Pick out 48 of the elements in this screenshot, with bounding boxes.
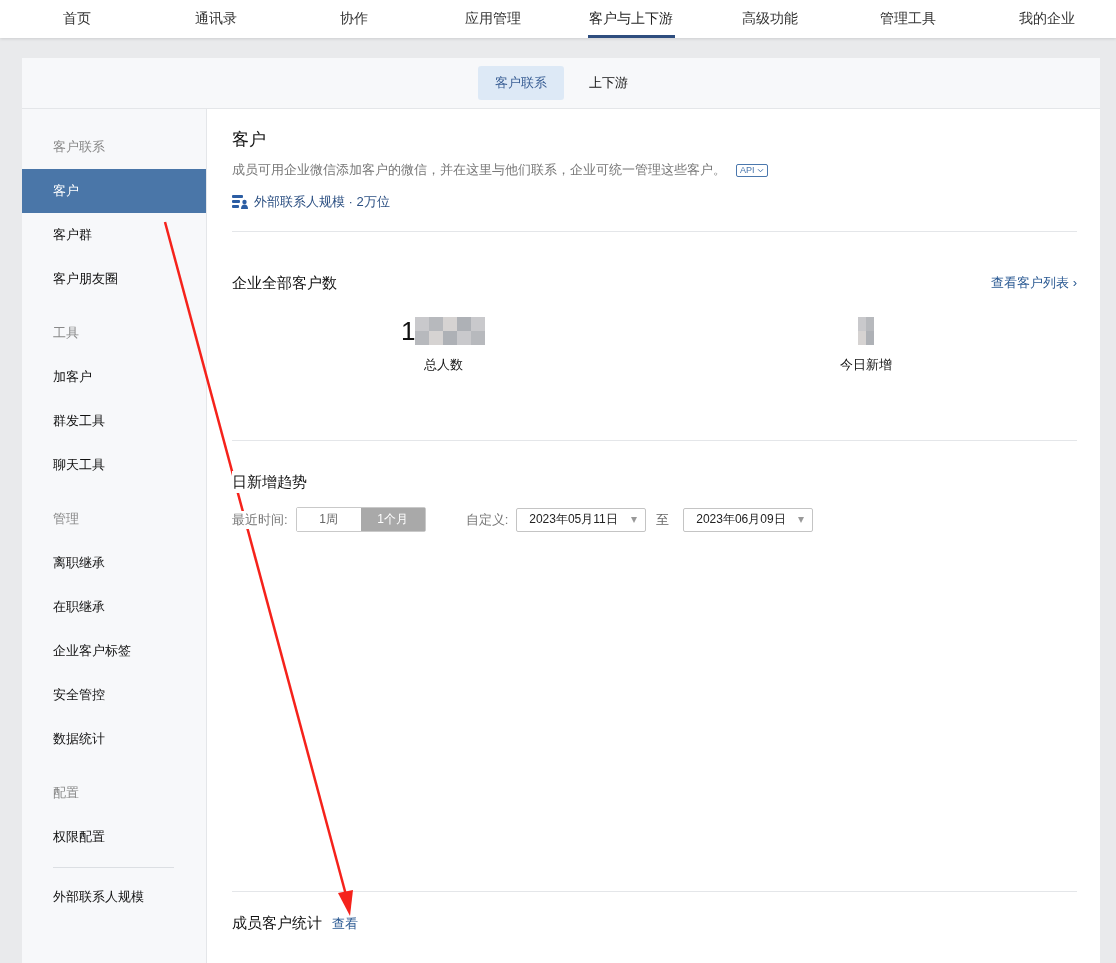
sidebar-group-title: 配置 — [52, 784, 80, 802]
sidebar-group-title: 工具 — [52, 324, 80, 342]
sidebar-item[interactable]: 外部联系人规模 — [22, 876, 206, 918]
nav-tab[interactable]: 协作 — [284, 0, 424, 38]
stat-value: 1 — [401, 315, 416, 347]
caret-icon — [798, 516, 805, 523]
sidebar-item[interactable]: 权限配置 — [22, 815, 206, 859]
section-title: 成员客户统计 — [232, 914, 322, 933]
nav-tab[interactable]: 首页 — [8, 0, 147, 38]
filter-label: 至 — [656, 510, 670, 529]
scale-link[interactable]: 外部联系人规模 · 2万位 — [254, 193, 390, 211]
sidebar-item[interactable]: 在职继承 — [22, 585, 206, 629]
filter-label: 自定义: — [465, 510, 509, 529]
sub-tab[interactable]: 上下游 — [571, 66, 645, 100]
section-title: 日新增趋势 — [232, 471, 307, 493]
contacts-icon — [232, 195, 248, 209]
nav-tab[interactable]: 高级功能 — [700, 0, 839, 38]
sub-tab[interactable]: 客户联系 — [477, 66, 564, 100]
sidebar-item[interactable]: 客户朋友圈 — [22, 257, 206, 301]
sidebar-item[interactable]: 企业客户标签 — [22, 629, 206, 673]
sidebar-item[interactable]: 离职继承 — [22, 541, 206, 585]
nav-tab[interactable]: 管理工具 — [839, 0, 978, 38]
date-select[interactable]: 2023年06月09日 — [683, 507, 814, 532]
nav-tab[interactable]: 通讯录 — [146, 0, 285, 38]
nav-tab[interactable]: 客户与上下游 — [587, 0, 675, 38]
view-link[interactable]: 查看 — [332, 915, 358, 933]
caret-icon — [756, 167, 764, 173]
page-title: 客户 — [232, 129, 267, 151]
nav-tab[interactable]: 我的企业 — [977, 0, 1116, 38]
sidebar-item[interactable]: 客户 — [22, 169, 206, 213]
sidebar-item[interactable]: 数据统计 — [22, 717, 206, 761]
sidebar-item[interactable]: 客户群 — [22, 213, 206, 257]
sidebar-item[interactable]: 聊天工具 — [22, 443, 206, 487]
sidebar-item[interactable]: 群发工具 — [22, 399, 206, 443]
section-title: 企业全部客户数 — [232, 273, 337, 293]
api-dropdown[interactable]: API — [736, 163, 768, 177]
nav-tab[interactable]: 应用管理 — [423, 0, 562, 38]
sidebar-item[interactable]: 安全管控 — [22, 673, 206, 717]
sidebar-item[interactable]: 加客户 — [22, 355, 206, 399]
filter-label: 最近时间: — [232, 510, 288, 529]
date-select[interactable]: 2023年05月11日 — [516, 507, 647, 532]
sidebar-group-title: 管理 — [52, 510, 80, 528]
stat-label: 总人数 — [423, 356, 463, 374]
caret-icon — [631, 516, 638, 523]
customer-list-link[interactable]: 查看客户列表 › — [991, 274, 1077, 292]
sidebar-group-title: 客户联系 — [52, 138, 106, 156]
description-text: 成员可用企业微信添加客户的微信，并在这里与他们联系，企业可统一管理这些客户。 — [232, 161, 726, 179]
stat-label: 今日新增 — [839, 356, 892, 374]
